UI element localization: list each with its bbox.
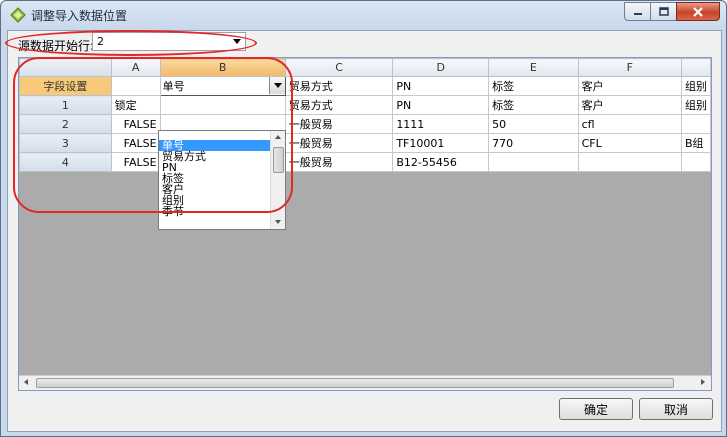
field-cell-e[interactable]: 标签 <box>488 76 579 96</box>
scroll-down-arrow-icon[interactable] <box>271 215 285 229</box>
dropdown-scrollbar[interactable] <box>270 131 285 229</box>
dialog-body: 源数据开始行: 2 A B C D E F 字段设置 单号 贸易方式 PN 标签… <box>7 30 722 432</box>
dropdown-item[interactable]: 季节 <box>159 206 270 217</box>
field-setting-header: 字段设置 <box>19 76 112 96</box>
grid-cell[interactable] <box>680 152 711 172</box>
grid-cell[interactable]: 1111 <box>392 114 490 134</box>
dropdown-items: 单号 贸易方式 PN 标签 客户 组别 季节 <box>159 140 270 217</box>
app-diamond-icon <box>10 7 26 23</box>
field-cell-f[interactable]: 客户 <box>577 76 682 96</box>
column-header-b[interactable]: B <box>159 58 286 77</box>
grid-cell[interactable]: 770 <box>488 133 579 153</box>
field-cell-g[interactable]: 组别 <box>680 76 711 96</box>
column-header-e[interactable]: E <box>488 58 579 77</box>
dropdown-arrow-button[interactable] <box>268 77 285 94</box>
column-header-d[interactable]: D <box>392 58 490 77</box>
horizontal-scrollbar[interactable] <box>19 375 711 390</box>
row-header[interactable]: 2 <box>19 114 112 134</box>
close-icon <box>693 6 703 17</box>
grid-cell[interactable] <box>159 95 286 115</box>
field-dropdown-list[interactable]: 单号 贸易方式 PN 标签 客户 组别 季节 <box>158 130 286 230</box>
grid-cell[interactable]: 贸易方式 <box>284 95 394 115</box>
minimize-button[interactable] <box>624 2 650 21</box>
window-title: 调整导入数据位置 <box>31 9 128 23</box>
grid-viewport: A B C D E F 字段设置 单号 贸易方式 PN 标签 客户 组别 1 锁… <box>19 58 711 376</box>
field-cell-d[interactable]: PN <box>392 76 490 96</box>
field-setting-row: 字段设置 单号 贸易方式 PN 标签 客户 组别 <box>19 76 711 96</box>
grid-cell[interactable] <box>488 152 579 172</box>
table-row: 4 FALSE 一般贸易 B12-55456 <box>19 152 711 172</box>
grid-cell[interactable]: 客户 <box>577 95 682 115</box>
window-controls <box>624 2 720 21</box>
column-header-c[interactable]: C <box>284 58 394 77</box>
dialog-window: 调整导入数据位置 源数据开始行: 2 A B C D E F 字段设置 单号 贸… <box>0 0 727 437</box>
grid-cell[interactable]: 标签 <box>488 95 579 115</box>
table-row: 3 FALSE 一般贸易 TF10001 770 CFL B组 <box>19 133 711 153</box>
grid-cell[interactable]: 50 <box>488 114 579 134</box>
field-cell-b-value: 单号 <box>162 80 185 93</box>
start-row-label: 源数据开始行: <box>18 38 95 53</box>
ok-button[interactable]: 确定 <box>559 398 633 420</box>
grid-cell[interactable]: FALSE <box>110 114 161 134</box>
minimize-icon <box>633 12 642 15</box>
horizontal-scroll-thumb[interactable] <box>36 378 674 388</box>
grid-cell[interactable]: B12-55456 <box>392 152 490 172</box>
grid-cell[interactable]: FALSE <box>110 152 161 172</box>
grid-cell[interactable]: CFL <box>577 133 682 153</box>
grid-cell[interactable] <box>680 114 711 134</box>
row-header[interactable]: 1 <box>19 95 112 115</box>
scroll-right-arrow-icon[interactable] <box>695 376 711 390</box>
column-header-row: A B C D E F <box>19 58 711 77</box>
grid-cell[interactable]: 一般贸易 <box>284 114 394 134</box>
grid-cell[interactable]: 锁定 <box>110 95 161 115</box>
grid-cell[interactable]: B组 <box>680 133 711 153</box>
field-cell-a[interactable] <box>110 76 161 96</box>
column-header-f[interactable]: F <box>577 58 682 77</box>
grid-cell[interactable]: 一般贸易 <box>284 133 394 153</box>
grid-cell[interactable]: 一般贸易 <box>284 152 394 172</box>
row-header[interactable]: 4 <box>19 152 112 172</box>
field-cell-c[interactable]: 贸易方式 <box>284 76 394 96</box>
data-grid: A B C D E F 字段设置 单号 贸易方式 PN 标签 客户 组别 1 锁… <box>18 57 712 391</box>
corner-cell[interactable] <box>19 58 112 77</box>
start-row-value: 2 <box>97 35 104 48</box>
title-bar[interactable]: 调整导入数据位置 <box>1 1 726 29</box>
maximize-button[interactable] <box>650 2 676 21</box>
grid-cell[interactable] <box>577 152 682 172</box>
row-header[interactable]: 3 <box>19 133 112 153</box>
grid-cell[interactable]: cfl <box>577 114 682 134</box>
column-header-extra[interactable] <box>680 58 711 77</box>
scroll-up-arrow-icon[interactable] <box>271 131 285 145</box>
start-row-field: 源数据开始行: <box>18 35 94 55</box>
column-header-a[interactable]: A <box>110 58 161 77</box>
grid-cell[interactable]: PN <box>392 95 490 115</box>
scroll-left-arrow-icon[interactable] <box>19 376 35 390</box>
cancel-button[interactable]: 取消 <box>639 398 713 420</box>
field-cell-b-combobox[interactable]: 单号 <box>159 76 286 96</box>
table-row: 2 FALSE 一般贸易 1111 50 cfl <box>19 114 711 134</box>
start-row-select[interactable]: 2 <box>92 32 246 51</box>
grid-cell[interactable]: 组别 <box>680 95 711 115</box>
sheet-table: A B C D E F 字段设置 单号 贸易方式 PN 标签 客户 组别 1 锁… <box>19 58 711 172</box>
table-row: 1 锁定 贸易方式 PN 标签 客户 组别 <box>19 95 711 115</box>
chevron-down-icon <box>233 39 241 44</box>
grid-cell[interactable]: TF10001 <box>392 133 490 153</box>
dropdown-scroll-thumb[interactable] <box>273 147 284 173</box>
grid-cell[interactable]: FALSE <box>110 133 161 153</box>
maximize-icon <box>658 6 669 16</box>
close-button[interactable] <box>676 2 720 21</box>
